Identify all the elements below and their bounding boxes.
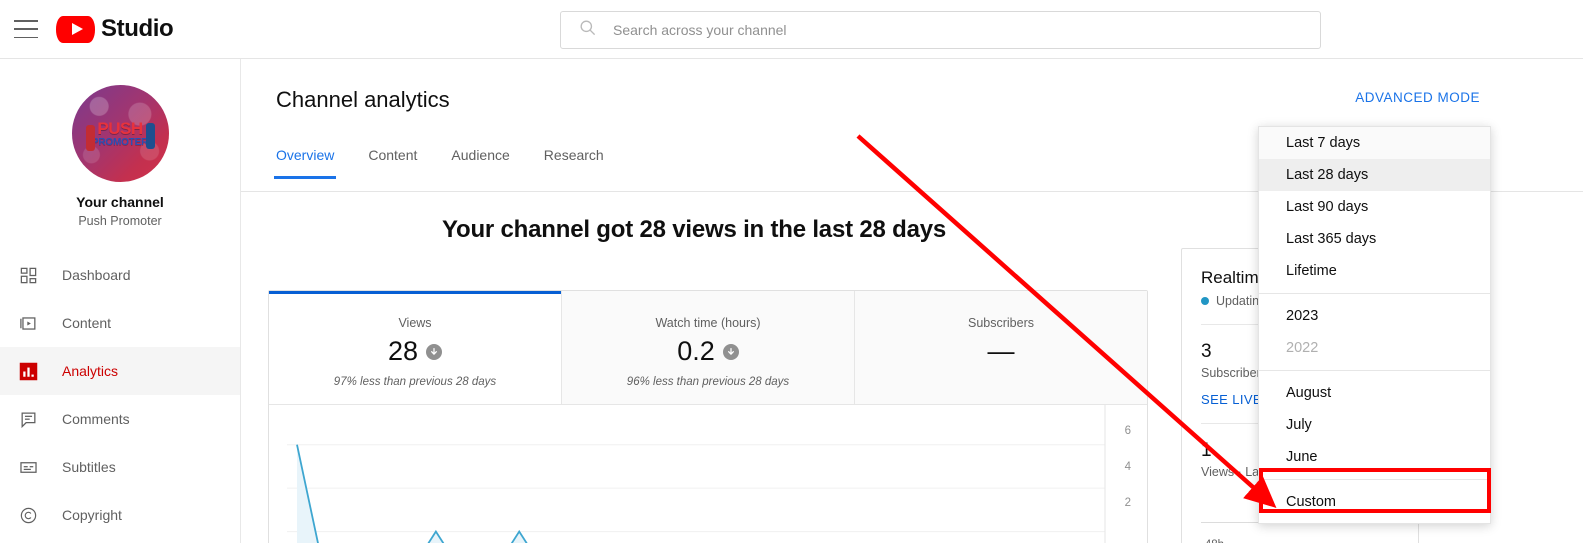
metric-label: Watch time (hours) xyxy=(655,316,761,330)
sidebar-item-label: Dashboard xyxy=(62,267,131,283)
tab-research[interactable]: Research xyxy=(544,147,604,179)
comment-bubble-icon xyxy=(16,407,40,431)
analytics-bar-icon xyxy=(16,359,40,383)
metric-delta: 97% less than previous 28 days xyxy=(333,376,497,388)
realtime-axis-label: -48h xyxy=(1201,539,1418,543)
dropdown-item-last-90-days[interactable]: Last 90 days xyxy=(1259,191,1490,223)
metric-delta: 96% less than previous 28 days xyxy=(626,376,790,388)
sidebar-item-analytics[interactable]: Analytics xyxy=(0,347,240,395)
metric-label: Subscribers xyxy=(968,316,1034,330)
advanced-mode-button[interactable]: ADVANCED MODE xyxy=(1355,90,1480,105)
search-input[interactable]: Search across your channel xyxy=(560,11,1321,49)
metric-card-subscribers[interactable]: Subscribers — xyxy=(855,291,1147,405)
sidebar-item-subtitles[interactable]: Subtitles xyxy=(0,443,240,491)
analytics-headline: Your channel got 28 views in the last 28… xyxy=(441,216,947,243)
your-channel-label: Your channel xyxy=(76,194,164,210)
youtube-play-icon xyxy=(56,15,95,43)
studio-wordmark: Studio xyxy=(101,15,174,42)
tab-overview[interactable]: Overview xyxy=(273,147,337,179)
dashboard-grid-icon xyxy=(16,263,40,287)
dropdown-item-june[interactable]: June xyxy=(1259,441,1490,473)
metric-value: 28 xyxy=(387,336,419,366)
content-video-icon xyxy=(16,311,40,335)
arrow-down-circle-icon xyxy=(722,343,739,360)
dropdown-item-july[interactable]: July xyxy=(1259,409,1490,441)
date-range-dropdown: Last 7 days Last 28 days Last 90 days La… xyxy=(1258,126,1491,524)
tab-content[interactable]: Content xyxy=(368,147,417,179)
metrics-chart-panel: Views 28 97% less than previous 28 days … xyxy=(268,290,1148,543)
views-area-chart[interactable]: 6 4 2 xyxy=(269,405,1147,543)
status-dot-icon xyxy=(1201,297,1209,305)
dropdown-item-lifetime[interactable]: Lifetime xyxy=(1259,255,1490,287)
dropdown-item-2023[interactable]: 2023 xyxy=(1259,300,1490,332)
dropdown-item-last-365-days[interactable]: Last 365 days xyxy=(1259,223,1490,255)
sidebar-nav: Dashboard Content Analytics Comments Sub… xyxy=(0,251,240,539)
dropdown-divider xyxy=(1259,370,1490,371)
dropdown-item-last-7-days[interactable]: Last 7 days xyxy=(1259,127,1490,159)
youtube-studio-analytics-page: Studio Search across your channel PUSH P… xyxy=(0,0,1583,543)
sidebar-item-label: Analytics xyxy=(62,363,119,379)
tab-audience[interactable]: Audience xyxy=(451,147,509,179)
y-axis-tick: 6 xyxy=(1124,425,1131,437)
y-axis-tick: 2 xyxy=(1124,497,1131,509)
dropdown-divider xyxy=(1259,293,1490,294)
sidebar-item-content[interactable]: Content xyxy=(0,299,240,347)
youtube-studio-logo[interactable]: Studio xyxy=(56,15,174,43)
dropdown-item-last-28-days[interactable]: Last 28 days xyxy=(1259,159,1490,191)
sidebar-item-label: Comments xyxy=(62,411,130,427)
metric-label: Views xyxy=(398,316,432,330)
sidebar-item-label: Copyright xyxy=(62,507,122,523)
top-bar: Studio Search across your channel xyxy=(0,0,1583,59)
avatar-logo-line2: PROMOTER xyxy=(91,136,149,148)
y-axis-tick: 4 xyxy=(1124,461,1131,473)
sidebar-item-comments[interactable]: Comments xyxy=(0,395,240,443)
channel-name: Push Promoter xyxy=(78,214,162,228)
dropdown-item-custom[interactable]: Custom xyxy=(1259,486,1490,518)
channel-avatar[interactable]: PUSH PROMOTER xyxy=(71,85,169,182)
sidebar-item-dashboard[interactable]: Dashboard xyxy=(0,251,240,299)
metric-card-views[interactable]: Views 28 97% less than previous 28 days xyxy=(269,291,562,405)
dropdown-item-2022: 2022 xyxy=(1286,340,1319,356)
dropdown-item-august[interactable]: August xyxy=(1259,377,1490,409)
metric-card-watch-time[interactable]: Watch time (hours) 0.2 96% less than pre… xyxy=(562,291,855,405)
metric-value: — xyxy=(987,336,1015,366)
sidebar-item-copyright[interactable]: Copyright xyxy=(0,491,240,539)
arrow-down-circle-icon xyxy=(426,343,443,360)
search-placeholder: Search across your channel xyxy=(613,22,787,38)
search-icon xyxy=(578,18,597,42)
subtitles-icon xyxy=(16,455,40,479)
channel-block: PUSH PROMOTER Your channel Push Promoter xyxy=(0,59,240,228)
sidebar-item-label: Subtitles xyxy=(62,459,116,475)
analytics-tabs: Overview Content Audience Research xyxy=(273,147,638,179)
sidebar: PUSH PROMOTER Your channel Push Promoter… xyxy=(0,59,241,543)
hamburger-icon[interactable] xyxy=(14,20,38,38)
copyright-icon xyxy=(16,503,40,527)
page-title: Channel analytics xyxy=(276,87,450,112)
chart-canvas xyxy=(287,405,1106,543)
dropdown-divider xyxy=(1259,479,1490,480)
metric-value: 0.2 xyxy=(677,336,715,366)
sidebar-item-label: Content xyxy=(62,315,112,331)
metric-cards-row: Views 28 97% less than previous 28 days … xyxy=(269,291,1147,405)
avatar-logo-line1: PUSH xyxy=(97,118,143,138)
